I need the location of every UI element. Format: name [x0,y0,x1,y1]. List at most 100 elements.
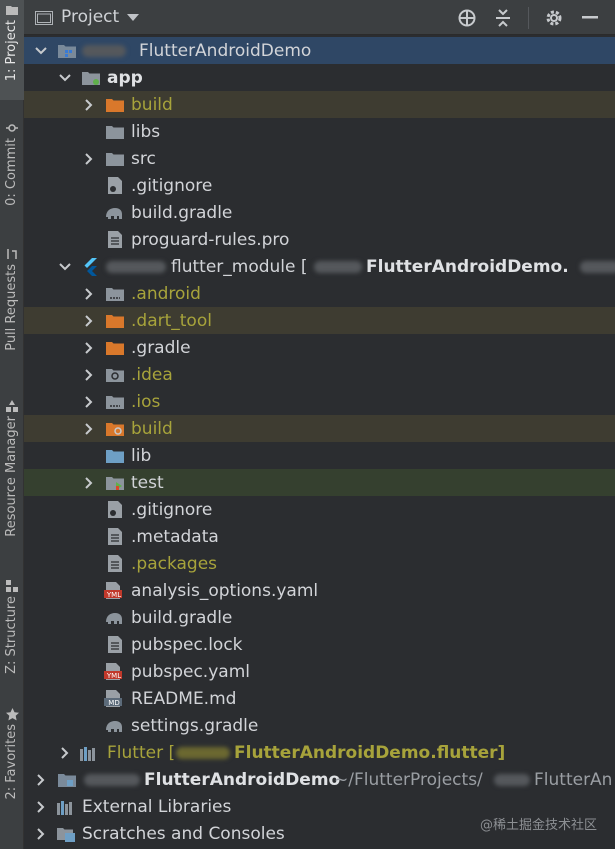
tree-row-pubspec-lock[interactable]: pubspec.lock [24,631,615,658]
tree-row-dart-tool[interactable]: .dart_tool [24,307,615,334]
tree-row-test[interactable]: test [24,469,615,496]
tree-row-lib[interactable]: lib [24,442,615,469]
gitignore-file-icon [106,177,124,195]
markdown-file-icon: MD [104,690,122,708]
chevron-down-icon[interactable] [58,260,72,274]
library-icon [80,744,98,762]
gitignore-file-icon [106,501,124,519]
structure-icon [5,579,19,593]
chevron-down-icon[interactable] [127,13,140,21]
tree-row-module-build-gradle[interactable]: build.gradle [24,604,615,631]
commit-tool-tab[interactable]: 0: Commit [0,118,24,218]
app-build-gradle-label: build.gradle [131,202,233,223]
chevron-right-icon[interactable] [34,773,48,787]
chevron-right-icon[interactable] [82,395,96,409]
folder-icon [106,150,124,168]
text-file-icon [106,636,124,654]
app-build-label: build [131,94,173,115]
yaml-file-icon: YML [104,582,122,600]
packages-label: .packages [131,553,218,574]
pull-requests-tool-tab[interactable]: Pull Requests [0,244,24,366]
chevron-right-icon[interactable] [34,827,48,841]
folder-icon [106,123,124,141]
second-root-path: ~/FlutterProjects/ [334,769,483,790]
locate-file-icon[interactable] [456,7,478,29]
module-gitignore-label: .gitignore [131,499,213,520]
chevron-right-icon[interactable] [82,152,96,166]
project-folder-icon [35,10,53,25]
chevron-right-icon[interactable] [82,314,96,328]
chevron-right-icon[interactable] [82,368,96,382]
library-icon [57,798,75,816]
collapse-all-icon[interactable] [492,7,514,29]
folder-icon [106,285,124,303]
settings-folder-icon [106,366,124,384]
src-label: src [131,148,156,169]
tree-row-module-gitignore[interactable]: .gitignore [24,496,615,523]
commit-icon [5,121,19,135]
gear-icon[interactable] [543,7,565,29]
svg-text:YML: YML [106,591,121,599]
tree-row-app-gitignore[interactable]: .gitignore [24,172,615,199]
tree-row-flutter-module[interactable]: flutter_module [ FlutterAndroidDemo. [24,253,615,280]
tree-row-idea[interactable]: .idea [24,361,615,388]
excluded-folder-icon [106,96,124,114]
tree-row-proguard[interactable]: proguard-rules.pro [24,226,615,253]
gradle-elephant-icon [104,609,122,627]
structure-tool-tab[interactable]: Z: Structure [0,576,24,684]
app-module-label: app [107,67,143,88]
tree-row-flutter-project[interactable]: Flutter [ FlutterAndroidDemo.flutter] [24,739,615,766]
chevron-right-icon[interactable] [82,287,96,301]
project-tool-tab[interactable]: 1: Project [0,0,24,100]
resource-icon [5,399,19,413]
chevron-down-icon[interactable] [58,71,72,85]
lib-folder-label: lib [131,445,152,466]
yaml-file-icon: YML [104,663,122,681]
chevron-right-icon[interactable] [82,341,96,355]
tree-row-gradle[interactable]: .gradle [24,334,615,361]
chevron-right-icon[interactable] [82,98,96,112]
minimize-icon[interactable] [579,7,601,29]
chevron-right-icon[interactable] [82,476,96,490]
chevron-right-icon[interactable] [58,746,72,760]
view-selector[interactable]: Project [61,7,119,27]
svg-text:YML: YML [106,672,121,680]
favorites-tool-tab[interactable]: 2: Favorites [0,704,24,816]
excluded-folder-icon [106,312,124,330]
tree-row-second-root[interactable]: FlutterAndroidDemo ~/FlutterProjects/ Fl… [24,766,615,793]
pull-request-icon [5,247,19,261]
tree-row-metadata[interactable]: .metadata [24,523,615,550]
gradle-elephant-icon [104,717,122,735]
metadata-label: .metadata [131,526,219,547]
flutter-prefix-label: Flutter [ [107,742,176,763]
tree-row-libs[interactable]: libs [24,118,615,145]
tree-row-packages[interactable]: .packages [24,550,615,577]
scratches-icon [57,825,75,843]
dart-tool-label: .dart_tool [131,310,212,331]
text-file-icon [106,528,124,546]
svg-text:MD: MD [108,699,119,707]
tree-row-app-build-gradle[interactable]: build.gradle [24,199,615,226]
tree-row-settings-gradle[interactable]: settings.gradle [24,712,615,739]
tree-row-readme[interactable]: MD README.md [24,685,615,712]
settings-gradle-label: settings.gradle [131,715,259,736]
chevron-right-icon[interactable] [82,422,96,436]
flutter-project-label: FlutterAndroidDemo.flutter] [234,742,506,763]
tree-row-pubspec-yaml[interactable]: YML pubspec.yaml [24,658,615,685]
tree-row-android[interactable]: .android [24,280,615,307]
excluded-folder-icon [106,420,124,438]
test-folder-label: test [131,472,164,493]
tree-row-ios[interactable]: .ios [24,388,615,415]
tree-row-root[interactable]: FlutterAndroidDemo [24,37,615,64]
android-module-icon [82,69,100,87]
resource-manager-tab-label: Resource Manager [4,416,19,537]
tree-row-src[interactable]: src [24,145,615,172]
tree-row-app[interactable]: app [24,64,615,91]
chevron-down-icon[interactable] [34,44,48,58]
tree-row-analysis-options[interactable]: YML analysis_options.yaml [24,577,615,604]
tree-row-app-build[interactable]: build [24,91,615,118]
resource-manager-tool-tab[interactable]: Resource Manager [0,396,24,551]
favorites-tab-label: 2: Favorites [4,724,19,800]
chevron-right-icon[interactable] [34,800,48,814]
tree-row-module-build[interactable]: build [24,415,615,442]
